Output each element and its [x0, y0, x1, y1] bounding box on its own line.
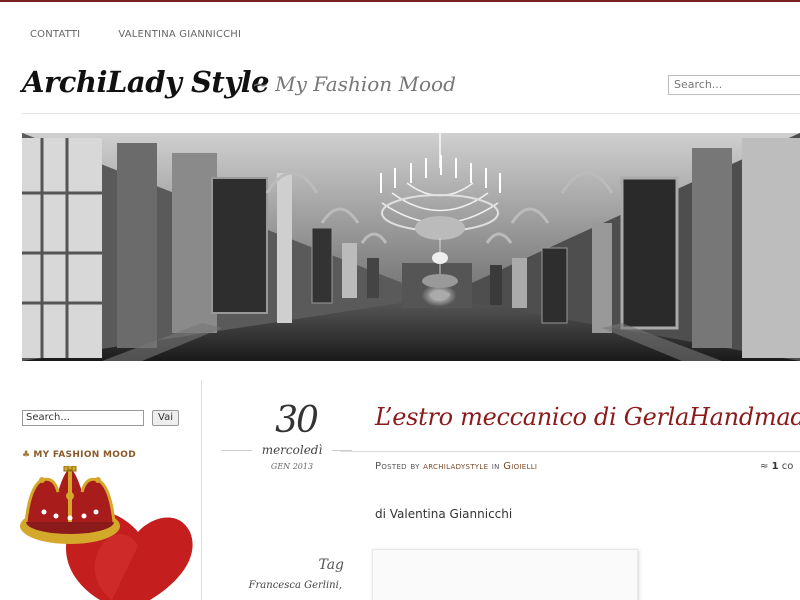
site-title[interactable]: ArchiLady Style [22, 65, 270, 99]
comments-count: 1 [771, 461, 779, 472]
post-title-divider [340, 451, 800, 452]
widget-title-label: MY FASHION MOOD [33, 450, 136, 460]
sidebar-search-input[interactable]: Search... [22, 410, 144, 426]
post-category-link[interactable]: Gioielli [503, 461, 537, 472]
post-meta: Posted by archiladystyle in Gioielli [375, 461, 537, 472]
date-weekday: mercoledì [252, 443, 332, 457]
nav-link-contatti[interactable]: CONTATTI [30, 29, 80, 40]
date-day: 30 [275, 400, 319, 441]
sidebar-divider [201, 380, 202, 600]
post-byline: di Valentina Giannicchi [375, 507, 513, 521]
post-date: 30 mercoledì GEN 2013 [222, 400, 352, 480]
crown-heart-image[interactable] [20, 466, 196, 600]
site-tagline: ~ My Fashion Mood [252, 72, 456, 96]
header-banner-image [22, 133, 800, 361]
in-label: in [491, 461, 500, 472]
site-header: ArchiLady Style ~ My Fashion Mood Search… [22, 62, 800, 114]
top-accent-line [0, 0, 800, 2]
top-nav: CONTATTI VALENTINA GIANNICCHI [30, 29, 279, 40]
post-title[interactable]: L’estro meccanico di GerlaHandmade [375, 403, 800, 431]
widget-title: ♣ MY FASHION MOOD [22, 450, 136, 460]
tag-link[interactable]: Francesca Gerlini, [230, 580, 342, 591]
post-image [372, 549, 638, 600]
sidebar-search-button[interactable]: Vai [152, 410, 179, 426]
sidebar: Search... Vai ♣ MY FASHION MOOD [20, 380, 202, 600]
tags-heading: Tag [318, 557, 344, 573]
date-month-year: GEN 2013 [270, 462, 314, 471]
gallery-chandelier-photo [22, 133, 800, 361]
posted-by-label: Posted by [375, 461, 420, 472]
post-author-link[interactable]: archiladystyle [423, 461, 488, 472]
clover-bullet-icon: ♣ [22, 450, 31, 460]
nav-link-valentina[interactable]: VALENTINA GIANNICCHI [118, 29, 241, 40]
comments-link[interactable]: ≈ 1 co [760, 461, 793, 472]
header-search-input[interactable]: Search... [668, 75, 800, 95]
comments-icon: ≈ [760, 461, 769, 472]
comments-label: co [781, 461, 794, 472]
